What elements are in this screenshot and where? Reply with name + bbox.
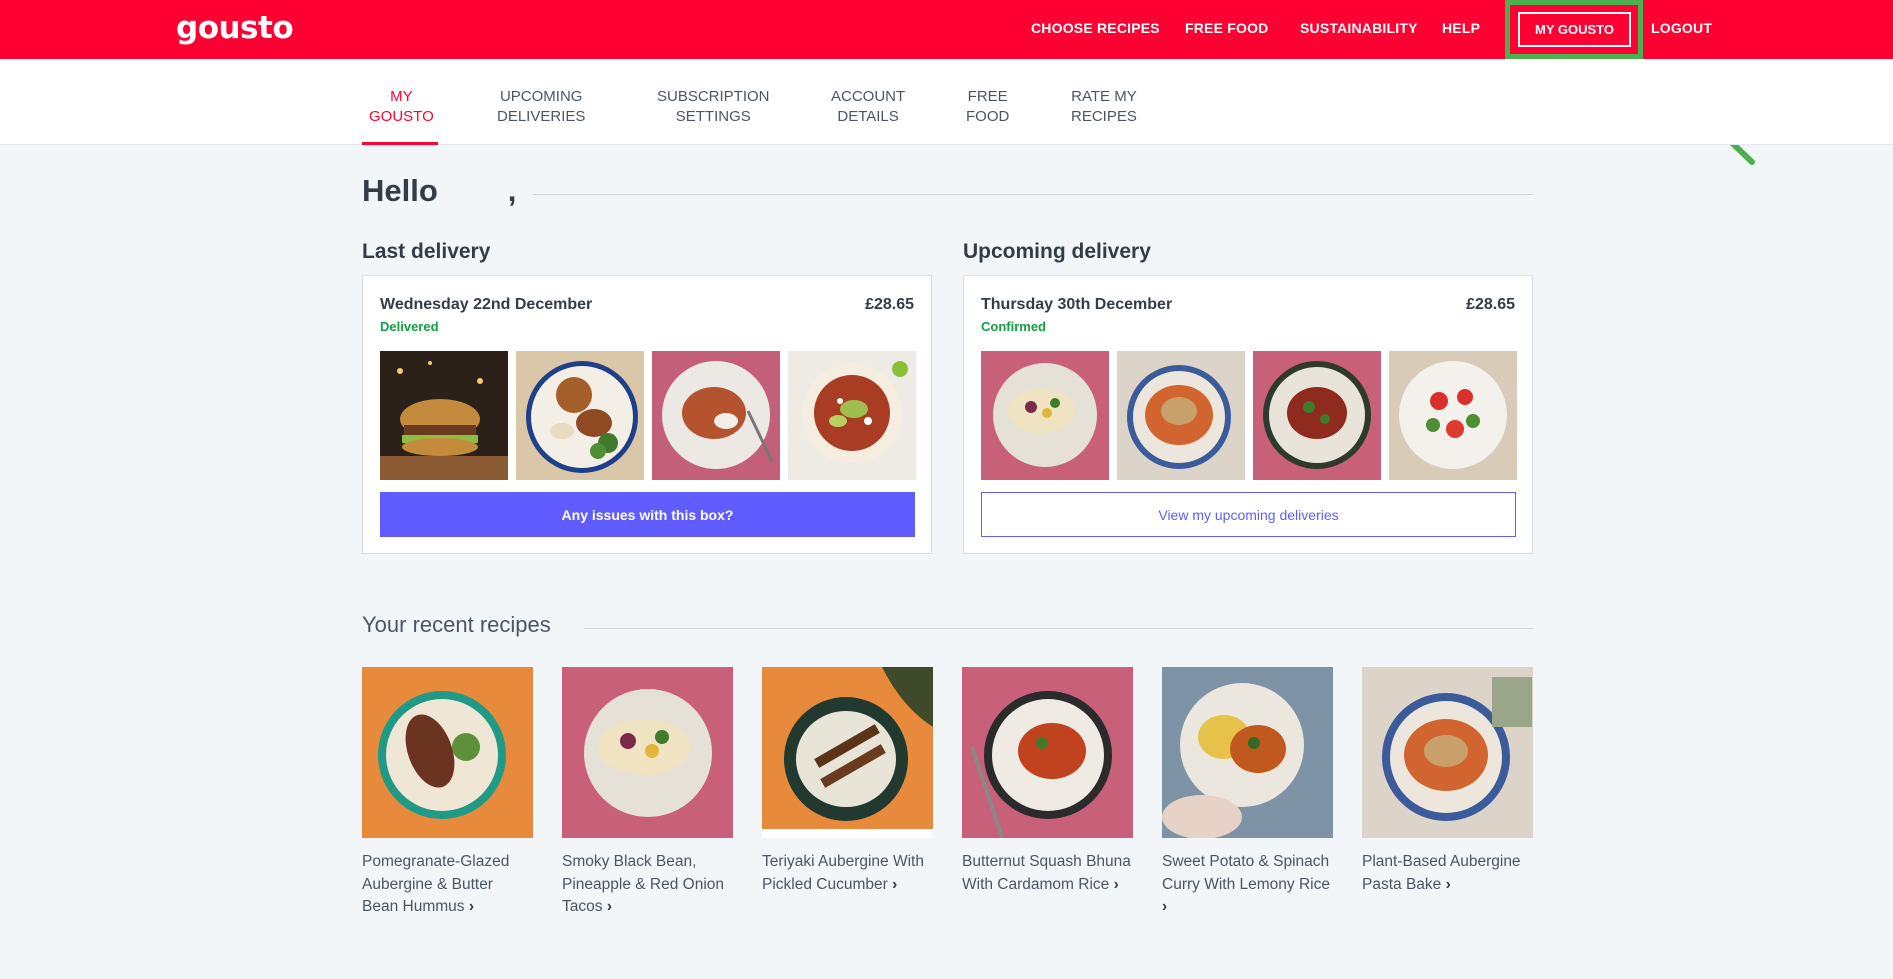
recent-recipes-title: Your recent recipes: [362, 612, 551, 637]
greeting-comma: ,: [507, 173, 517, 208]
recipe-thumbnail-pasta-bake[interactable]: [1117, 351, 1245, 480]
upcoming-delivery-card: Thursday 30th December £28.65 Confirmed …: [963, 275, 1533, 554]
tab-label-line2: GOUSTO: [369, 108, 434, 125]
last-delivery-title: Last delivery: [362, 240, 491, 263]
recipe-name[interactable]: Teriyaki Aubergine With Pickled Cucumber: [762, 853, 924, 893]
recipe-name[interactable]: Sweet Potato & Spinach Curry With Lemony…: [1162, 853, 1330, 893]
delivery-date: Thursday 30th December: [981, 296, 1173, 313]
tab-label-line1: SUBSCRIPTION: [657, 88, 770, 105]
tab-upcoming-deliveries[interactable]: UPCOMING DELIVERIES: [497, 87, 585, 127]
recipe-thumbnail-salad[interactable]: [1389, 351, 1517, 480]
nav-sustainability[interactable]: SUSTAINABILITY: [1300, 20, 1418, 36]
recipe-name[interactable]: Plant-Based Aubergine Pasta Bake: [1362, 853, 1521, 893]
recent-recipe-card[interactable]: Smoky Black Bean, Pineapple & Red Onion …: [562, 667, 733, 919]
tab-label-line2: SETTINGS: [675, 108, 751, 125]
recent-recipe-card[interactable]: Sweet Potato & Spinach Curry With Lemony…: [1162, 667, 1333, 919]
recipe-name[interactable]: Smoky Black Bean, Pineapple & Red Onion …: [562, 853, 724, 915]
recipe-thumbnail-bhuna[interactable]: [1253, 351, 1381, 480]
recipe-name[interactable]: Butternut Squash Bhuna With Cardamom Ric…: [962, 853, 1131, 893]
recent-recipe-card[interactable]: Plant-Based Aubergine Pasta Bake ›: [1362, 667, 1533, 896]
top-bar: gousto CHOOSE RECIPES FREE FOOD SUSTAINA…: [0, 0, 1893, 59]
chevron-right-icon: ›: [468, 898, 474, 915]
tab-label-line1: RATE MY: [1071, 88, 1137, 105]
nav-free-food[interactable]: FREE FOOD: [1185, 20, 1268, 36]
recipe-thumbnail-pulled-jackfruit[interactable]: [516, 351, 644, 480]
chevron-right-icon: ›: [1445, 875, 1451, 893]
greeting-hello: Hello: [362, 173, 438, 208]
delivery-status: Confirmed: [981, 319, 1046, 334]
chevron-right-icon: ›: [892, 875, 898, 893]
recipe-thumbnail-bbq-dish[interactable]: [652, 351, 780, 480]
delivery-date: Wednesday 22nd December: [380, 296, 593, 313]
recipe-thumbnail-tacos[interactable]: [981, 351, 1109, 480]
recipe-thumbnail-burger[interactable]: [380, 351, 508, 480]
recipe-image[interactable]: [1362, 667, 1533, 838]
recent-recipe-card[interactable]: Butternut Squash Bhuna With Cardamom Ric…: [962, 667, 1133, 896]
tab-label-line1: MY: [390, 88, 413, 105]
tab-label-line1: ACCOUNT: [831, 88, 906, 105]
recipe-image[interactable]: [362, 667, 533, 838]
recipe-image[interactable]: [962, 667, 1133, 838]
nav-choose-recipes[interactable]: CHOOSE RECIPES: [1031, 20, 1160, 36]
tab-rate-my-recipes[interactable]: RATE MY RECIPES: [1071, 87, 1137, 127]
greeting-title: Hello,: [362, 173, 516, 209]
tab-label-line1: FREE: [967, 88, 1008, 105]
recipe-image[interactable]: [562, 667, 733, 838]
tab-account-details[interactable]: ACCOUNT DETAILS: [831, 87, 905, 127]
gousto-logo[interactable]: gousto: [176, 10, 294, 46]
last-delivery-card: Wednesday 22nd December £28.65 Delivered…: [362, 275, 932, 554]
chevron-right-icon: ›: [1162, 898, 1168, 915]
tab-my-gousto[interactable]: MY GOUSTO: [369, 87, 434, 127]
any-issues-button[interactable]: Any issues with this box?: [380, 492, 915, 537]
delivery-price: £28.65: [1466, 296, 1515, 313]
tab-subscription-settings[interactable]: SUBSCRIPTION SETTINGS: [657, 87, 770, 127]
view-upcoming-deliveries-button[interactable]: View my upcoming deliveries: [981, 492, 1516, 537]
tab-label-line2: FOOD: [966, 108, 1010, 125]
upcoming-delivery-title: Upcoming delivery: [963, 240, 1151, 263]
recipe-thumbnail-chilli-bowl[interactable]: [788, 351, 916, 480]
recipe-image[interactable]: [762, 667, 933, 838]
tab-label-line2: DELIVERIES: [497, 108, 586, 125]
chevron-right-icon: ›: [1113, 875, 1119, 893]
recent-recipes-divider: [584, 628, 1533, 629]
tab-label-line2: DETAILS: [837, 108, 899, 125]
recipe-image[interactable]: [1162, 667, 1333, 838]
recent-recipe-card[interactable]: Pomegranate-Glazed Aubergine & Butter Be…: [362, 667, 533, 919]
greeting-divider: [533, 194, 1533, 195]
account-subnav: [0, 59, 1893, 145]
recipe-name[interactable]: Pomegranate-Glazed Aubergine & Butter Be…: [362, 853, 509, 915]
delivery-status: Delivered: [380, 319, 439, 334]
delivery-price: £28.65: [865, 296, 914, 313]
recent-recipe-card[interactable]: Teriyaki Aubergine With Pickled Cucumber…: [762, 667, 933, 896]
tab-label-line1: UPCOMING: [499, 88, 583, 105]
logout-link[interactable]: LOGOUT: [1651, 20, 1712, 36]
tab-label-line2: RECIPES: [1071, 108, 1137, 125]
chevron-right-icon: ›: [606, 898, 612, 915]
nav-help[interactable]: HELP: [1442, 20, 1480, 36]
tab-free-food[interactable]: FREE FOOD: [966, 87, 1009, 127]
my-gousto-button[interactable]: MY GOUSTO: [1518, 12, 1631, 47]
active-tab-underline: [362, 142, 438, 145]
